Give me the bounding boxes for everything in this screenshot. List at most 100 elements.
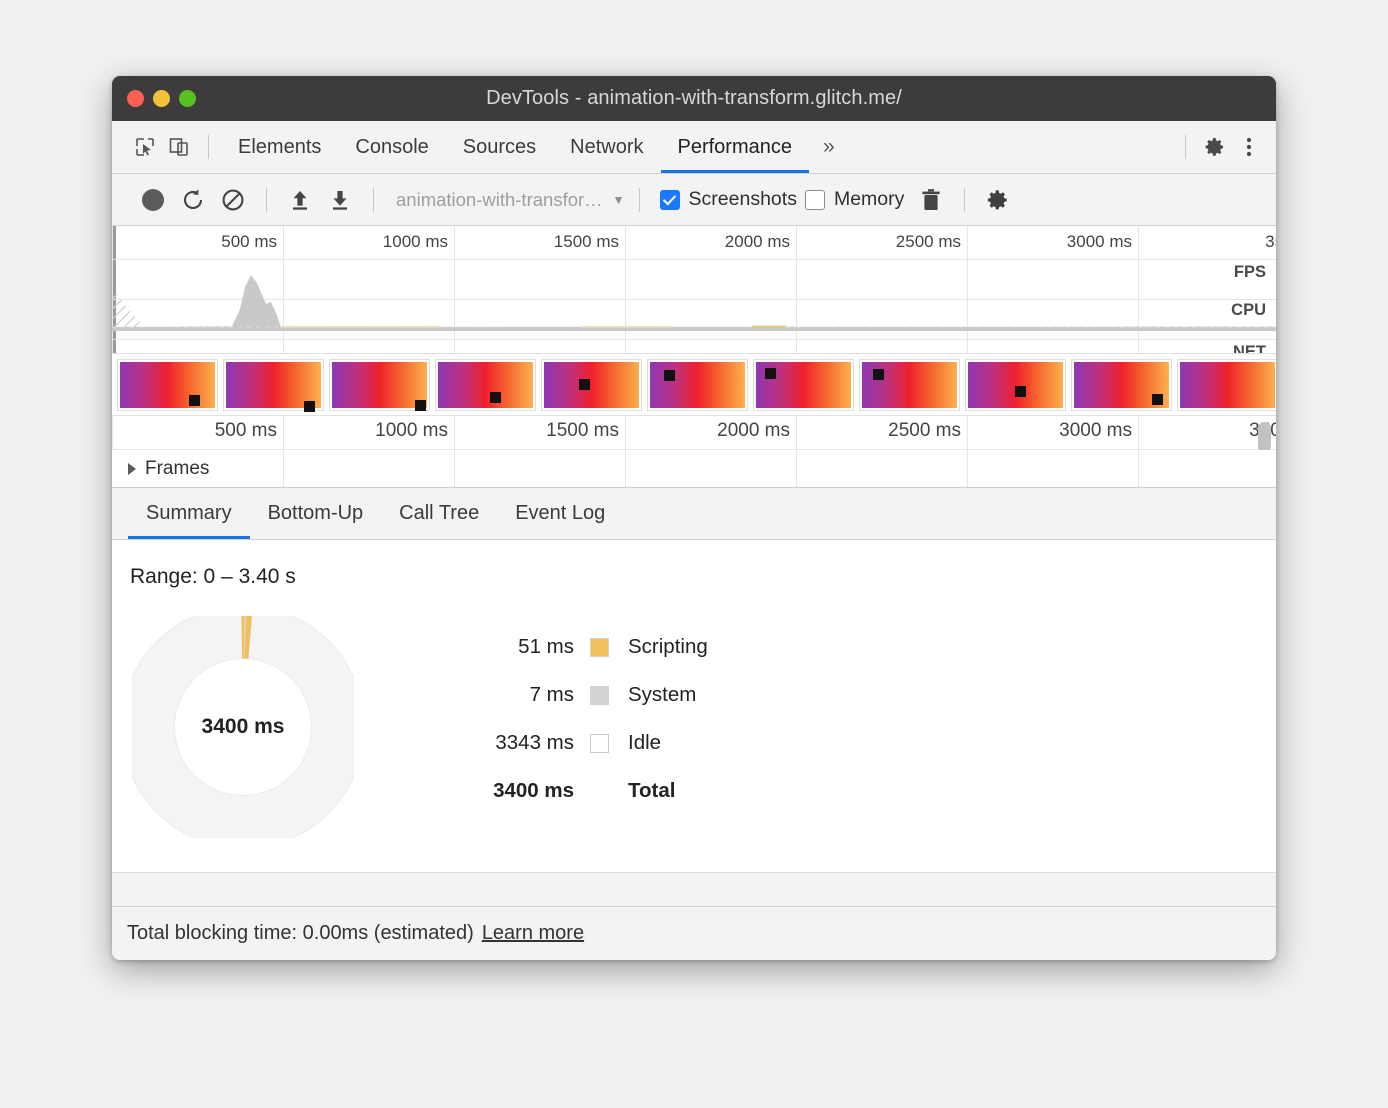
filmstrip-frame[interactable] xyxy=(435,359,536,411)
inspect-cursor-icon[interactable] xyxy=(128,130,162,164)
legend-row-idle[interactable]: 3343 ms Idle xyxy=(452,731,708,755)
lane-label-net: NET xyxy=(1233,343,1266,354)
legend-swatch-total xyxy=(590,782,609,801)
filmstrip-frame[interactable] xyxy=(647,359,748,411)
range-label: Range: 0 – 3.40 s xyxy=(130,565,296,589)
legend-label-system: System xyxy=(628,683,696,707)
target-page-value: animation-with-transfor… xyxy=(396,189,603,211)
collect-garbage-button[interactable] xyxy=(912,181,950,219)
close-window-button[interactable] xyxy=(127,90,144,107)
panel-tabs: Elements Console Sources Network Perform… xyxy=(221,121,809,173)
timeline-overview[interactable]: 500 ms 1000 ms 1500 ms 2000 ms 2500 ms 3… xyxy=(112,226,1276,354)
filmstrip-frame[interactable] xyxy=(965,359,1066,411)
filmstrip-frame[interactable] xyxy=(117,359,218,411)
filmstrip-frame[interactable] xyxy=(1071,359,1172,411)
toolbar-divider xyxy=(208,135,209,159)
timeline-tick-2: 1500 ms xyxy=(546,420,619,442)
donut-center-label: 3400 ms xyxy=(132,616,354,838)
tab-performance[interactable]: Performance xyxy=(661,121,810,173)
performance-record-toolbar: animation-with-transfor… ▼ Screenshots M… xyxy=(112,174,1276,226)
record-toolbar-divider-4 xyxy=(964,188,965,212)
tab-bottom-up-label: Bottom-Up xyxy=(268,502,364,525)
chevron-down-icon: ▼ xyxy=(613,193,625,207)
load-profile-button[interactable] xyxy=(281,181,319,219)
filmstrip-frame[interactable] xyxy=(329,359,430,411)
overview-tick-6: 3500 xyxy=(1265,232,1276,252)
save-profile-button[interactable] xyxy=(321,181,359,219)
record-dot-icon xyxy=(142,189,164,211)
device-toolbar-icon[interactable] xyxy=(162,130,196,164)
legend-label-idle: Idle xyxy=(628,731,661,755)
screenshots-label: Screenshots xyxy=(689,188,797,211)
tabstrip-actions xyxy=(1173,130,1266,164)
tab-summary-label: Summary xyxy=(146,502,232,525)
legend-value-scripting: 51 ms xyxy=(452,635,574,659)
tab-elements[interactable]: Elements xyxy=(221,121,338,173)
capture-settings-gear-icon[interactable] xyxy=(979,181,1017,219)
screenshots-checkbox-box xyxy=(660,190,680,210)
frames-expander[interactable]: Frames xyxy=(112,458,209,480)
status-bar: Total blocking time: 0.00ms (estimated) … xyxy=(112,906,1276,960)
overview-tick-4: 2500 ms xyxy=(896,232,961,252)
target-page-dropdown[interactable]: animation-with-transfor… ▼ xyxy=(396,189,625,211)
memory-label: Memory xyxy=(834,188,904,211)
more-tabs-icon[interactable]: » xyxy=(809,135,849,159)
overview-tick-3: 2000 ms xyxy=(725,232,790,252)
tab-call-tree[interactable]: Call Tree xyxy=(381,488,497,539)
timeline-tick-3: 2000 ms xyxy=(717,420,790,442)
legend-row-total: 3400 ms Total xyxy=(452,779,708,803)
tab-summary[interactable]: Summary xyxy=(128,488,250,539)
overview-tick-2: 1500 ms xyxy=(554,232,619,252)
filmstrip-frame[interactable] xyxy=(753,359,854,411)
frames-track-row[interactable]: Frames xyxy=(112,450,1276,488)
memory-checkbox[interactable]: Memory xyxy=(805,188,904,211)
reload-and-record-button[interactable] xyxy=(174,181,212,219)
minimize-window-button[interactable] xyxy=(153,90,170,107)
clear-recording-button[interactable] xyxy=(214,181,252,219)
legend-row-scripting[interactable]: 51 ms Scripting xyxy=(452,635,708,659)
overview-lane-divider-3 xyxy=(112,339,1276,340)
detail-view-tabs: Summary Bottom-Up Call Tree Event Log xyxy=(112,488,1276,540)
legend-label-scripting: Scripting xyxy=(628,635,708,659)
devtools-tabstrip: Elements Console Sources Network Perform… xyxy=(112,121,1276,174)
learn-more-link[interactable]: Learn more xyxy=(482,922,584,945)
tab-console[interactable]: Console xyxy=(338,121,445,173)
record-toolbar-divider-1 xyxy=(266,188,267,212)
overview-tick-1: 1000 ms xyxy=(383,232,448,252)
record-button[interactable] xyxy=(134,181,172,219)
tab-event-log[interactable]: Event Log xyxy=(497,488,623,539)
tab-elements-label: Elements xyxy=(238,136,321,159)
legend-value-system: 7 ms xyxy=(452,683,574,707)
timeline-tick-5: 3000 ms xyxy=(1059,420,1132,442)
frames-label-text: Frames xyxy=(145,458,209,480)
legend-swatch-system xyxy=(590,686,609,705)
tabstrip-divider xyxy=(1185,135,1186,159)
settings-gear-icon[interactable] xyxy=(1198,130,1232,164)
timeline-scrollbar-thumb[interactable] xyxy=(1258,422,1271,453)
overview-lane-divider-1 xyxy=(112,259,1276,260)
screenshots-checkbox[interactable]: Screenshots xyxy=(660,188,797,211)
legend-row-system[interactable]: 7 ms System xyxy=(452,683,708,707)
filmstrip-frame[interactable] xyxy=(859,359,960,411)
tab-bottom-up[interactable]: Bottom-Up xyxy=(250,488,382,539)
filmstrip-frame-partial[interactable] xyxy=(1177,359,1276,411)
filmstrip-frame[interactable] xyxy=(541,359,642,411)
page-root: DevTools - animation-with-transform.glit… xyxy=(0,0,1388,1108)
tab-console-label: Console xyxy=(355,136,428,159)
filmstrip[interactable] xyxy=(112,354,1276,416)
kebab-menu-icon[interactable] xyxy=(1232,130,1266,164)
summary-donut-chart: 3400 ms xyxy=(132,616,354,838)
summary-pane: Range: 0 – 3.40 s 3400 ms 51 ms xyxy=(112,540,1276,872)
overview-tick-5: 3000 ms xyxy=(1067,232,1132,252)
filmstrip-frame[interactable] xyxy=(223,359,324,411)
record-toolbar-divider-3 xyxy=(639,188,640,212)
tab-event-log-label: Event Log xyxy=(515,502,605,525)
summary-legend: 51 ms Scripting 7 ms System 3343 ms Idle… xyxy=(452,635,708,803)
timeline-ruler: 500 ms 1000 ms 1500 ms 2000 ms 2500 ms 3… xyxy=(112,416,1276,450)
tab-network[interactable]: Network xyxy=(553,121,660,173)
legend-swatch-scripting xyxy=(590,638,609,657)
maximize-window-button[interactable] xyxy=(179,90,196,107)
tab-sources[interactable]: Sources xyxy=(446,121,553,173)
memory-checkbox-box xyxy=(805,190,825,210)
legend-value-idle: 3343 ms xyxy=(452,731,574,755)
